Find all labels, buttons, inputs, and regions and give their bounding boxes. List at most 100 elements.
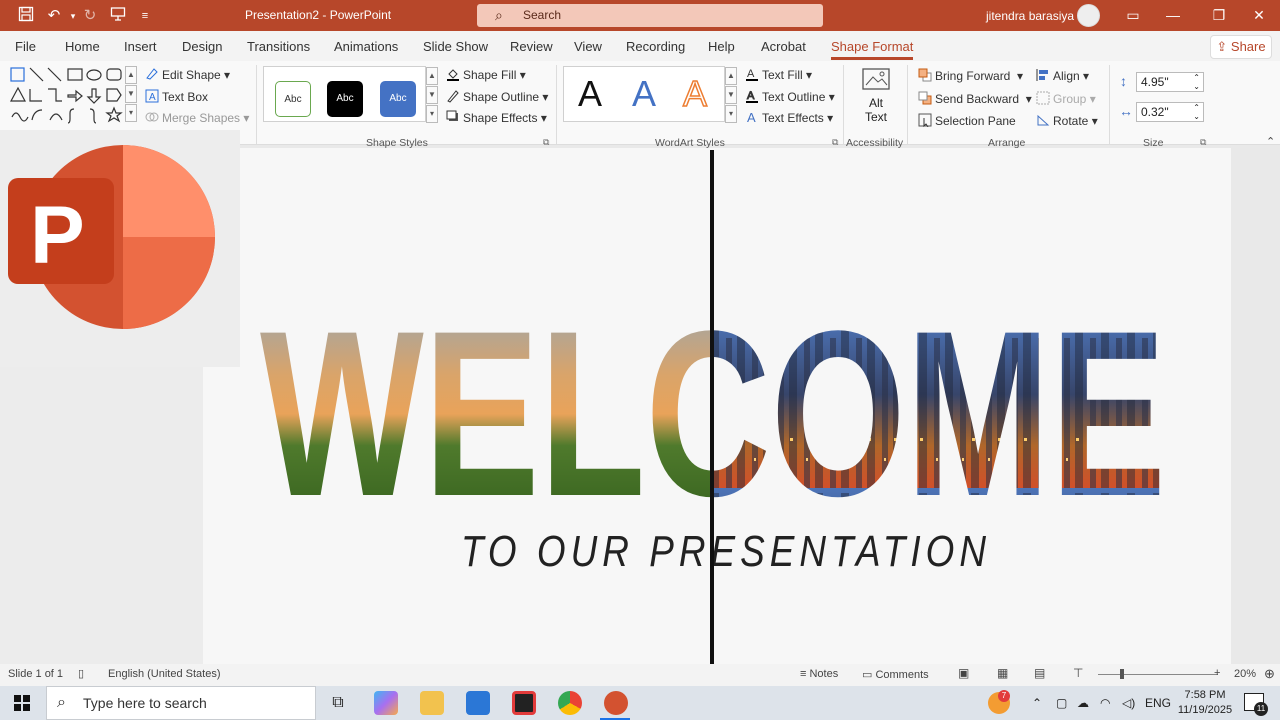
tab-view[interactable]: View [574,39,602,54]
normal-view-icon[interactable]: ▣ [958,666,969,680]
wordart-expand[interactable]: ▾ [725,105,737,123]
edit-shape-button[interactable]: Edit Shape ▾ [145,67,230,82]
tab-shape-format[interactable]: Shape Format [831,39,914,60]
tab-animations[interactable]: Animations [334,39,398,54]
slide-sorter-icon[interactable]: ▦ [997,666,1008,680]
bring-forward-button[interactable]: Bring Forward ▾ [918,68,1023,83]
size-launcher-icon[interactable]: ⧉ [1200,137,1206,148]
redo-icon[interactable]: ↻ [80,6,100,26]
customize-qat-icon[interactable]: ≡ [135,6,155,26]
shape-style-outline[interactable]: Abc [275,81,311,117]
text-fill-button[interactable]: A Text Fill ▾ [745,67,812,82]
send-backward-button[interactable]: Send Backward ▾ [918,91,1032,106]
vertical-line-shape[interactable] [710,150,714,673]
shape-styles-gallery[interactable]: Abc Abc Abc [263,66,426,122]
present-icon[interactable] [108,6,128,26]
gallery-scroll-down[interactable]: ▼ [125,85,137,103]
rotate-button[interactable]: Rotate ▾ [1036,113,1098,128]
comments-button[interactable]: ▭ Comments [862,668,929,681]
volume-icon[interactable]: ◁) [1122,696,1135,710]
copilot-icon[interactable] [374,691,398,715]
text-effects-button[interactable]: A Text Effects ▾ [745,110,833,125]
tab-acrobat[interactable]: Acrobat [761,39,806,54]
clock[interactable]: 7:58 PM 11/19/2025 [1176,688,1234,718]
wordart-black[interactable]: A [578,73,602,115]
windows-start-icon[interactable] [14,695,30,714]
group-label: Group [1053,92,1087,106]
fit-to-window-icon[interactable]: ⊕ [1264,666,1275,682]
tab-design[interactable]: Design [182,39,222,54]
tab-recording[interactable]: Recording [626,39,685,54]
share-icon: ⇪ [1216,39,1231,54]
shape-effects-button[interactable]: Shape Effects ▾ [446,110,547,125]
user-name[interactable]: jitendra barasiya [986,9,1074,23]
merge-shapes-button[interactable]: Merge Shapes ▾ [145,110,249,125]
wordart-launcher-icon[interactable]: ⧉ [832,137,838,148]
shape-style-black[interactable]: Abc [327,81,363,117]
onedrive-icon[interactable]: ☁ [1077,696,1089,710]
tab-insert[interactable]: Insert [124,39,157,54]
styles-scroll-down[interactable]: ▼ [426,86,438,104]
alt-text-button[interactable]: Alt Text [855,67,897,133]
taskbar-search-box[interactable]: ⌕ Type here to search [46,686,316,720]
wifi-icon[interactable]: ◠ [1100,696,1110,710]
language-status[interactable]: English (United States) [108,668,221,680]
gallery-expand[interactable]: ▾ [125,104,137,122]
microsoft-store-icon[interactable] [466,691,490,715]
align-button[interactable]: Align ▾ [1036,68,1089,83]
selection-pane-button[interactable]: Selection Pane [918,113,1016,128]
reading-view-icon[interactable]: ▤ [1034,666,1045,680]
height-spinner-icon[interactable]: ⌃ ⌄ [1193,73,1200,91]
wordart-blue[interactable]: A [632,73,656,115]
share-button[interactable]: ⇪ Share [1210,35,1272,59]
gallery-scroll-up[interactable]: ▲ [125,66,137,84]
text-box-button[interactable]: A Text Box [145,89,208,104]
undo-icon[interactable]: ↶ [44,6,64,26]
close-button[interactable]: ✕ [1236,0,1280,31]
save-icon[interactable] [16,6,36,26]
zoom-level[interactable]: 20% [1234,668,1256,680]
accessibility-check-icon[interactable]: ▯ [78,667,84,680]
tab-help[interactable]: Help [708,39,735,54]
styles-scroll-up[interactable]: ▲ [426,67,438,85]
slideshow-view-icon[interactable]: ⊤ [1073,666,1083,680]
tab-slide-show[interactable]: Slide Show [423,39,488,54]
file-explorer-icon[interactable] [420,691,444,715]
zoom-in-icon[interactable]: + [1214,667,1220,679]
shape-outline-button[interactable]: Shape Outline ▾ [446,89,548,104]
tab-home[interactable]: Home [65,39,100,54]
tab-file[interactable]: File [15,39,36,54]
shape-width-input[interactable]: 0.32" ⌃ ⌄ [1136,102,1204,122]
screen-recorder-icon[interactable] [512,691,536,715]
shape-style-blue[interactable]: Abc [380,81,416,117]
shape-styles-launcher-icon[interactable]: ⧉ [543,137,549,148]
meet-now-icon[interactable]: ▢ [1056,696,1067,710]
powerpoint-taskbar-icon[interactable] [604,691,628,715]
wordart-scroll-up[interactable]: ▲ [725,67,737,85]
shape-fill-button[interactable]: Shape Fill ▾ [446,67,526,82]
wordart-gallery[interactable]: A A A [563,66,725,122]
task-view-icon[interactable]: ⧉ [326,691,350,715]
width-spinner-icon[interactable]: ⌃ ⌄ [1193,103,1200,121]
notes-button[interactable]: ≡ Notes [800,668,838,680]
wordart-orange[interactable]: A [682,72,708,115]
minimize-button[interactable]: — [1150,0,1196,31]
collapse-ribbon-icon[interactable]: ⌃ [1266,135,1275,148]
text-outline-button[interactable]: A Text Outline ▾ [745,89,835,104]
show-hidden-icons-icon[interactable]: ⌃ [1032,696,1042,710]
notification-count: 11 [1254,702,1268,716]
shapes-gallery[interactable] [8,65,138,127]
avatar[interactable] [1077,4,1100,27]
tab-review[interactable]: Review [510,39,553,54]
input-language[interactable]: ENG [1145,696,1171,710]
shape-height-input[interactable]: 4.95" ⌃ ⌄ [1136,72,1204,92]
slide-canvas[interactable]: WELCOME WELCOME TO OUR PRESENTATION [203,148,1231,673]
zoom-slider[interactable] [1098,674,1218,675]
search-box[interactable]: ⌕ Search [477,4,823,27]
chrome-icon[interactable] [558,691,582,715]
tab-transitions[interactable]: Transitions [247,39,310,54]
styles-expand[interactable]: ▾ [426,105,438,123]
zoom-slider-thumb[interactable] [1120,669,1124,679]
group-button[interactable]: Group ▾ [1036,91,1096,106]
wordart-scroll-down[interactable]: ▼ [725,86,737,104]
